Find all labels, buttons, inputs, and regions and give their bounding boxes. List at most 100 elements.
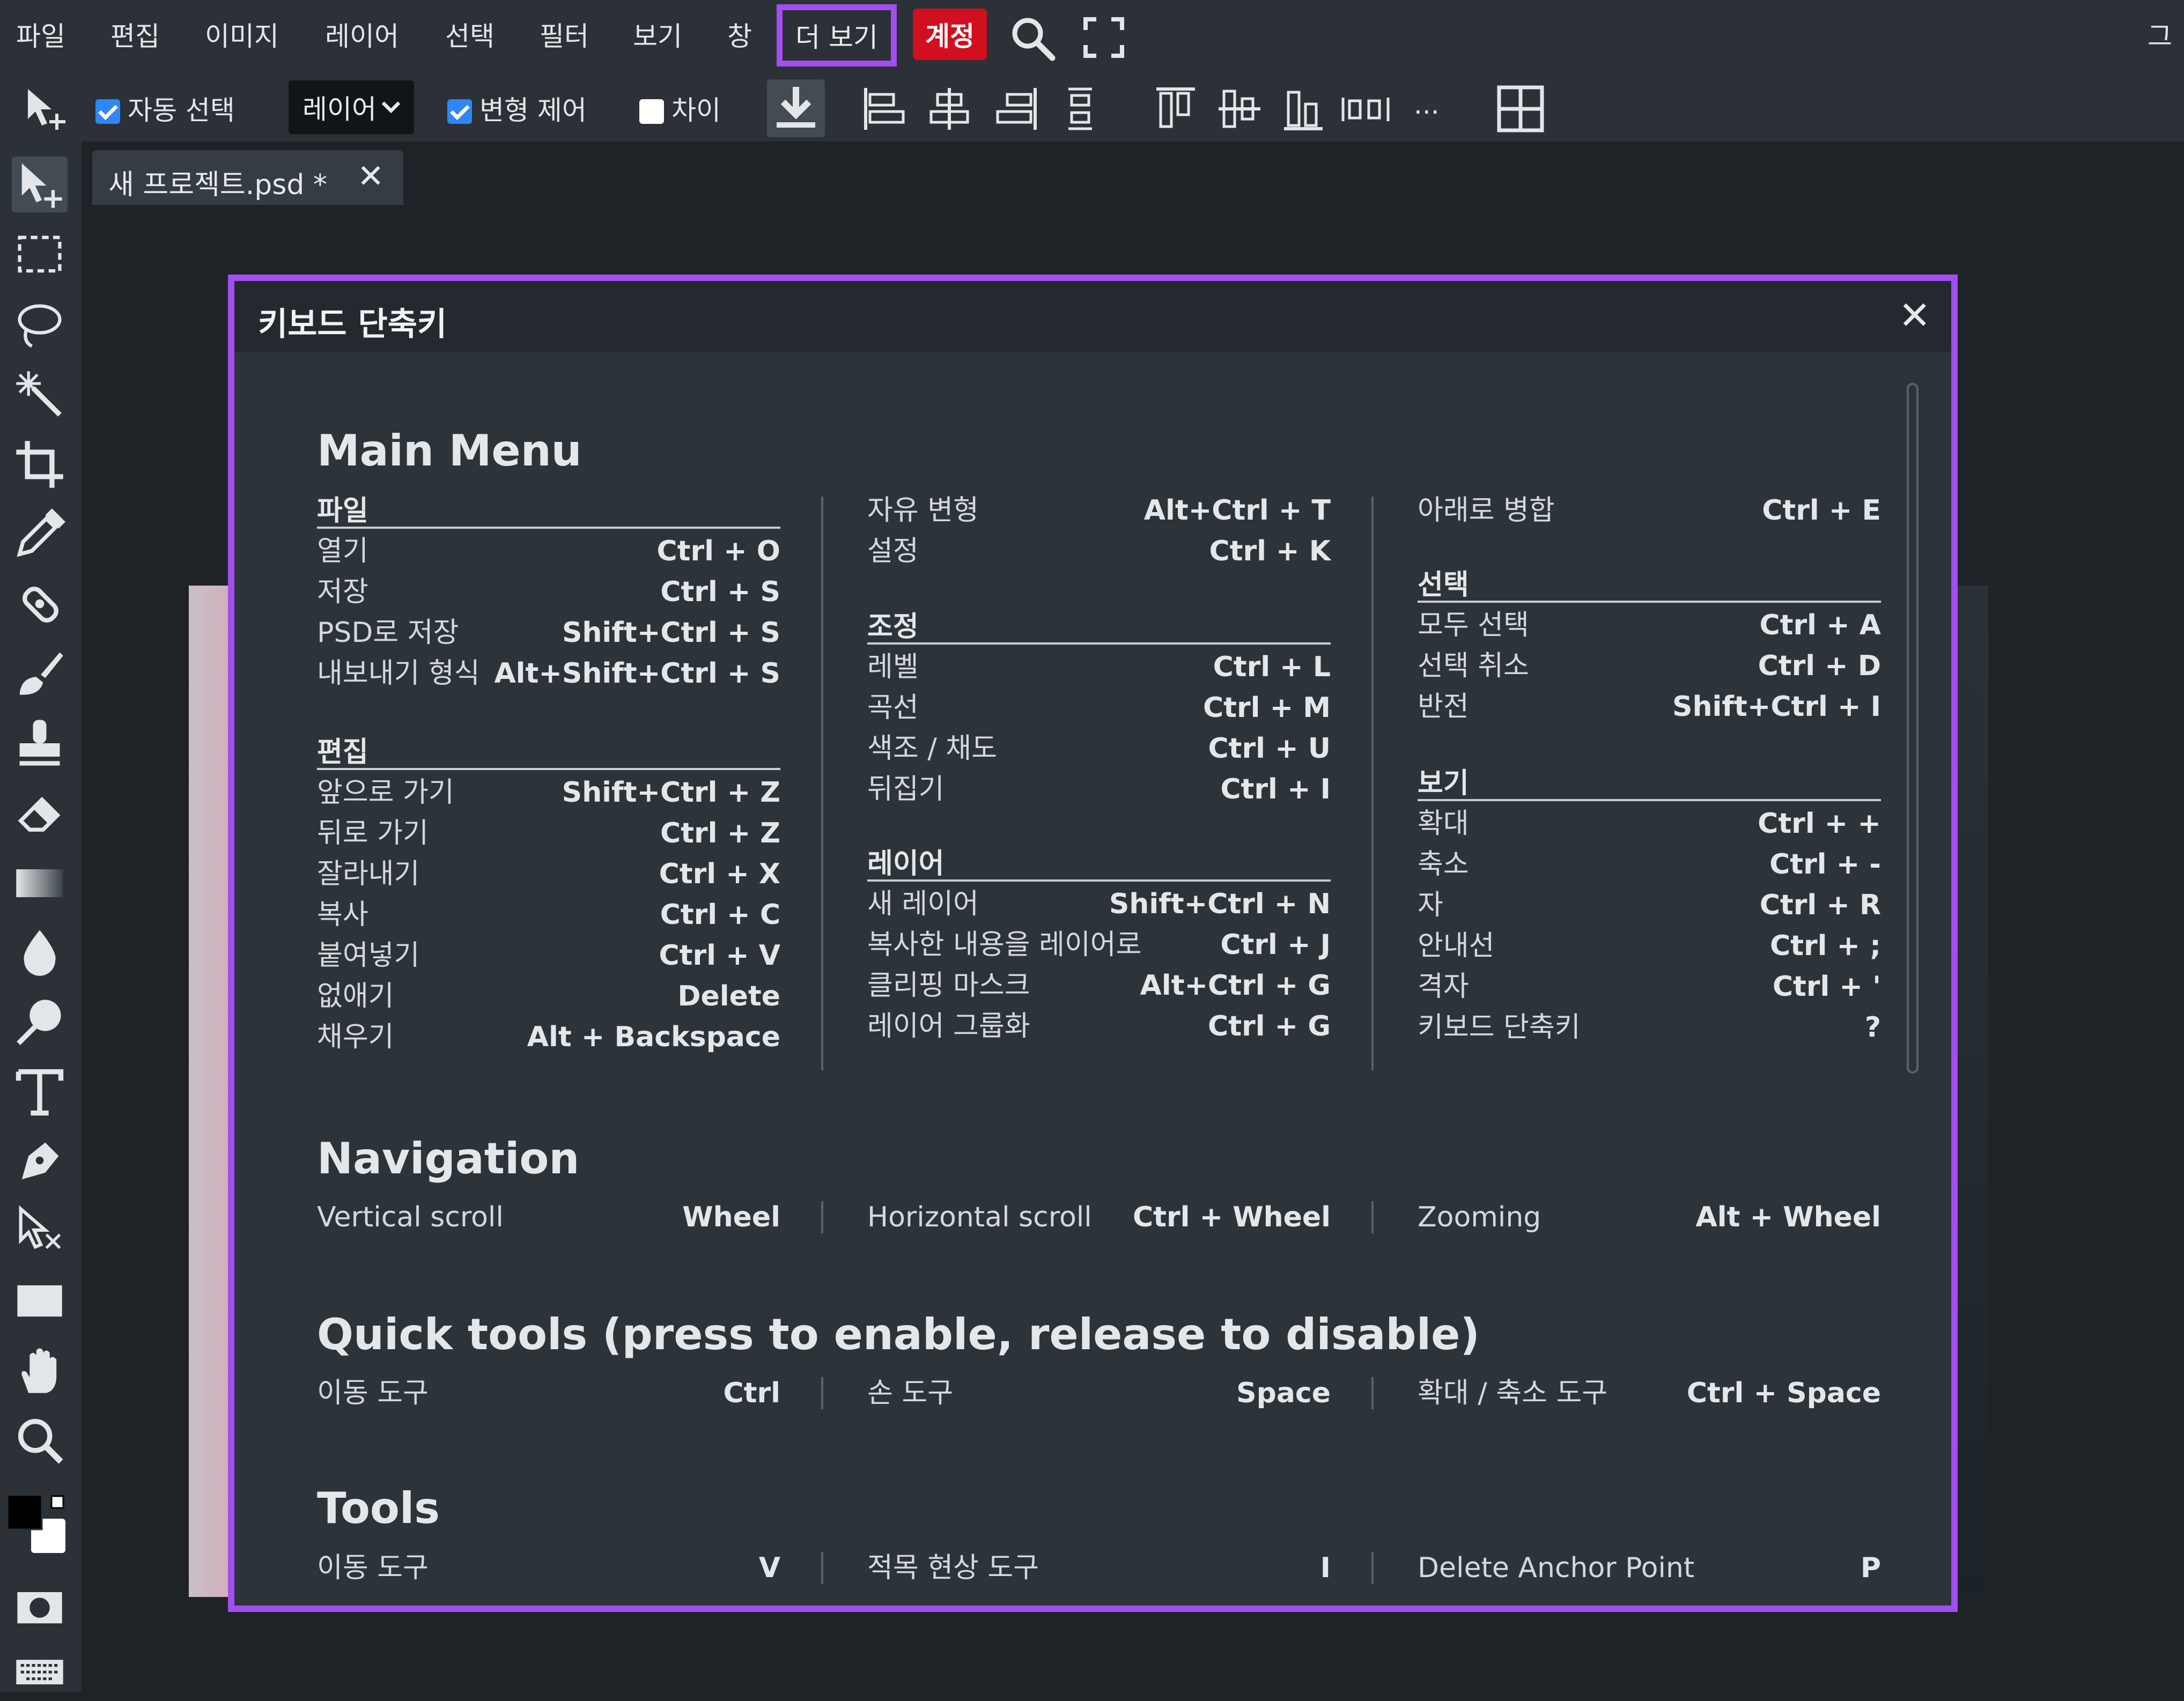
main-menu-col3: 아래로 병합 Ctrl + E 선택 모두 선택 Ctrl + A 선택 취소 Ctr… — [1418, 494, 1881, 1048]
shortcut-row: 뒤집기 Ctrl + I — [867, 773, 1331, 805]
shortcut-row: 새 레이어 Shift+Ctrl + N — [867, 888, 1331, 920]
menu-filter[interactable]: 필터 — [540, 15, 589, 54]
document-tab[interactable]: 새 프로젝트.psd * ✕ — [92, 150, 403, 205]
blur-tool-button[interactable] — [12, 925, 68, 980]
diff-check[interactable] — [639, 99, 664, 124]
shortcut-row: 이동 도구 Ctrl — [317, 1377, 780, 1409]
color-swatches[interactable] — [5, 1493, 70, 1557]
column-divider — [1371, 1552, 1374, 1584]
shortcut-row: 안내선 Ctrl + ; — [1418, 930, 1881, 962]
diff-checkbox[interactable]: 차이 — [639, 89, 721, 128]
drop-icon — [24, 930, 56, 976]
magic-wand-icon — [16, 371, 62, 417]
distribute-horizontal-icon[interactable] — [1341, 93, 1390, 125]
tool-panel — [0, 142, 82, 1692]
column-divider — [1371, 497, 1374, 1070]
auto-select-checkbox[interactable]: 자동 선택 — [95, 89, 235, 128]
lasso-icon — [18, 304, 62, 348]
eyedropper-tool-button[interactable] — [12, 506, 68, 562]
healing-tool-button[interactable] — [12, 576, 68, 632]
color-swatch-icon — [6, 1494, 65, 1553]
align-left-icon[interactable] — [862, 86, 905, 132]
menu-select[interactable]: 선택 — [445, 15, 495, 54]
lasso-tool-button[interactable] — [12, 297, 68, 353]
menu-overflow[interactable]: 그 — [2148, 15, 2172, 54]
menu-image[interactable]: 이미지 — [205, 15, 279, 54]
transform-check[interactable] — [447, 99, 472, 124]
hand-icon — [21, 1348, 57, 1393]
gradient-tool-button[interactable] — [12, 855, 68, 911]
close-icon[interactable]: ✕ — [357, 158, 384, 195]
eraser-tool-button[interactable] — [12, 785, 68, 841]
shortcut-row: 열기 Ctrl + O — [317, 535, 780, 567]
tools-col2: 적목 현상 도구 I — [867, 1548, 1331, 1588]
close-icon[interactable]: ✕ — [1899, 293, 1931, 338]
distribute-vertical-icon[interactable] — [1064, 86, 1096, 132]
grid-icon[interactable] — [1496, 85, 1545, 133]
menu-more[interactable]: 더 보기 — [777, 4, 897, 66]
shape-tool-button[interactable] — [12, 1273, 68, 1329]
shortcut-row: 자 Ctrl + R — [1418, 889, 1881, 921]
fullscreen-icon[interactable] — [1083, 17, 1124, 58]
magic-wand-tool-button[interactable] — [12, 367, 68, 423]
column-divider — [821, 497, 823, 1070]
align-center-icon[interactable] — [928, 86, 971, 132]
align-middle-icon[interactable] — [1216, 86, 1263, 132]
download-icon[interactable] — [767, 79, 825, 137]
dialog-scrollbar[interactable] — [1907, 383, 1919, 1074]
align-top-icon[interactable] — [1154, 86, 1197, 132]
pen-tool-button[interactable] — [12, 1134, 68, 1189]
eyedropper-icon — [17, 508, 65, 557]
column-divider — [821, 1201, 823, 1233]
keyboard-shortcuts-button[interactable] — [12, 1643, 68, 1699]
brush-tool-button[interactable] — [12, 646, 68, 701]
menu-file[interactable]: 파일 — [16, 15, 65, 54]
auto-select-check[interactable] — [95, 99, 120, 124]
shortcut-row: 확대 / 축소 도구 Ctrl + Space — [1418, 1377, 1881, 1409]
menu-bar: 파일 편집 이미지 레이어 선택 필터 보기 창 더 보기 계정 그 — [0, 0, 2184, 74]
layer-select-dropdown[interactable]: 레이어 — [289, 80, 414, 134]
hand-tool-button[interactable] — [12, 1343, 68, 1399]
transform-label: 변형 제어 — [479, 95, 587, 126]
align-bottom-icon[interactable] — [1282, 86, 1325, 132]
marquee-tool-button[interactable] — [12, 227, 68, 283]
navigation-col3: Zooming Alt + Wheel — [1418, 1197, 1881, 1238]
menu-edit[interactable]: 편집 — [110, 15, 160, 54]
shortcut-row: 반전 Shift+Ctrl + I — [1418, 691, 1881, 723]
direct-select-tool-button[interactable] — [12, 1203, 68, 1259]
rectangle-icon — [17, 1285, 62, 1317]
column-divider — [821, 1552, 823, 1584]
shortcut-row: 클리핑 마스크 Alt+Ctrl + G — [867, 970, 1331, 1002]
magnifier-icon — [18, 1418, 63, 1464]
search-icon[interactable] — [1008, 14, 1057, 62]
menu-window[interactable]: 창 — [727, 15, 752, 54]
shortcut-row: 복사한 내용을 레이어로 Ctrl + J — [867, 929, 1331, 961]
shortcut-row: 이동 도구 V — [317, 1552, 780, 1584]
stamp-tool-button[interactable] — [12, 715, 68, 771]
shortcut-row: 잘라내기 Ctrl + X — [317, 858, 780, 890]
account-button[interactable]: 계정 — [913, 9, 987, 60]
stamp-icon — [19, 720, 60, 766]
more-options[interactable]: ... — [1414, 89, 1440, 120]
marquee-icon — [18, 235, 62, 273]
shortcut-row: 손 도구 Space — [867, 1377, 1331, 1409]
shortcut-row: 앞으로 가기 Shift+Ctrl + Z — [317, 776, 780, 809]
shortcut-row: 아래로 병합 Ctrl + E — [1418, 494, 1881, 527]
layer-select-value: 레이어 — [302, 94, 377, 125]
transform-checkbox[interactable]: 변형 제어 — [447, 89, 587, 128]
shortcut-row: 내보내기 형식 Alt+Shift+Ctrl + S — [317, 657, 780, 690]
menu-view[interactable]: 보기 — [633, 15, 682, 54]
shortcut-row: 축소 Ctrl + - — [1418, 848, 1881, 881]
align-right-icon[interactable] — [995, 86, 1038, 132]
section-title-main-menu: Main Menu — [317, 426, 582, 476]
shortcut-row: Zooming Alt + Wheel — [1418, 1201, 1881, 1233]
shortcut-row: 붙여넣기 Ctrl + V — [317, 940, 780, 972]
text-tool-button[interactable] — [12, 1064, 68, 1120]
menu-layer[interactable]: 레이어 — [325, 15, 399, 54]
dodge-tool-button[interactable] — [12, 994, 68, 1050]
move-tool-button[interactable] — [12, 157, 68, 212]
crop-tool-button[interactable] — [12, 437, 68, 492]
shortcut-row: 저장 Ctrl + S — [317, 576, 780, 608]
quick-mask-button[interactable] — [12, 1579, 68, 1635]
zoom-tool-button[interactable] — [12, 1412, 68, 1468]
